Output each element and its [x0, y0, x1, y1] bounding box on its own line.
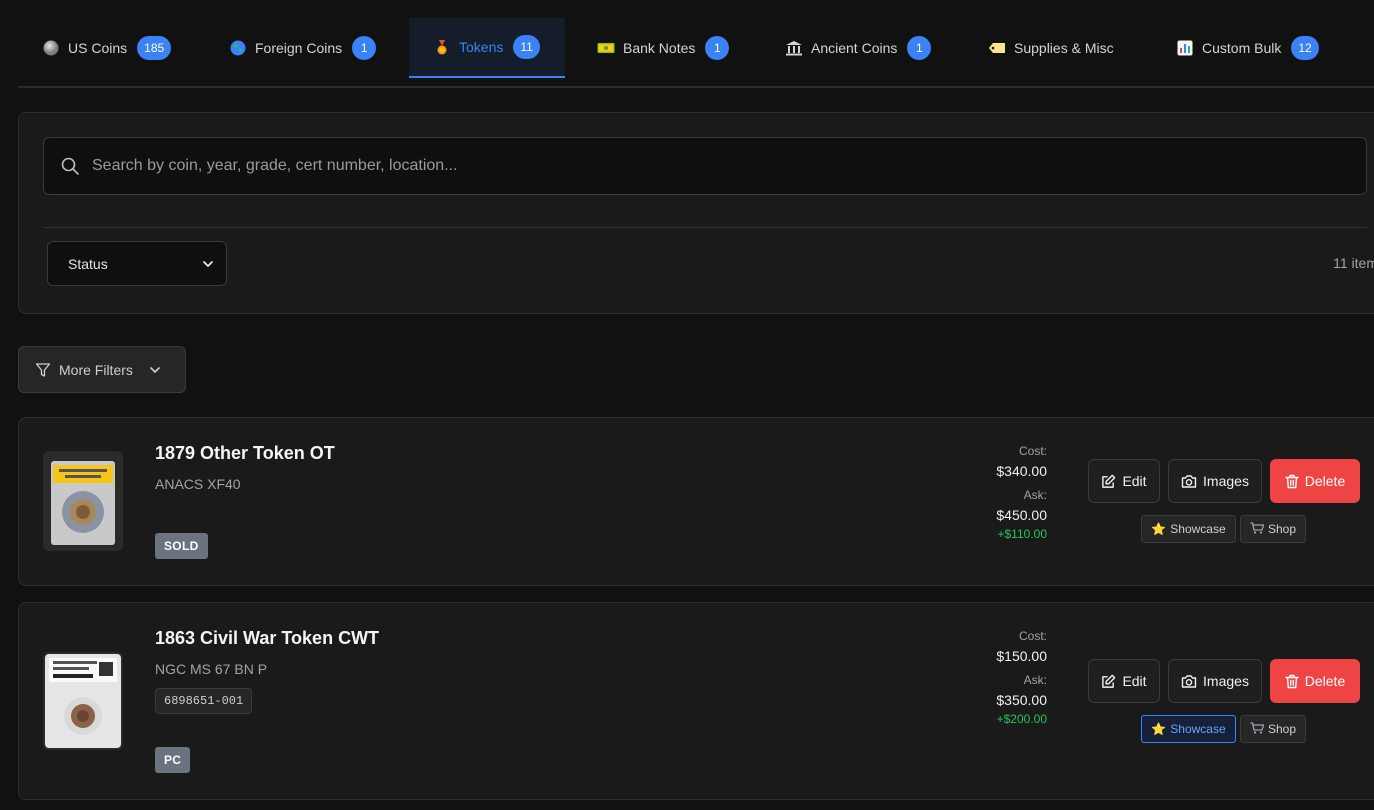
edit-label: Edit — [1122, 473, 1147, 489]
item-thumbnail[interactable] — [43, 652, 123, 750]
ask-label: Ask: — [1023, 673, 1047, 687]
cost-value: $150.00 — [996, 648, 1047, 664]
price-summary: Cost: $150.00 Ask: $350.00 +$200.00 — [996, 629, 1047, 726]
camera-icon — [1181, 474, 1197, 489]
ask-value: $450.00 — [996, 507, 1047, 523]
tab-count-badge: 1 — [907, 36, 932, 60]
divider — [43, 227, 1367, 228]
tab-tokens[interactable]: Tokens 11 — [409, 18, 565, 78]
ask-value: $350.00 — [996, 692, 1047, 708]
images-button[interactable]: Images — [1168, 659, 1262, 703]
edit-icon — [1101, 674, 1116, 689]
images-label: Images — [1203, 473, 1249, 489]
item-thumbnail[interactable] — [43, 451, 123, 551]
cert-number: 6898651-001 — [155, 688, 253, 714]
search-input[interactable] — [92, 157, 1292, 175]
tab-label: Foreign Coins — [255, 40, 343, 56]
edit-button[interactable]: Edit — [1088, 459, 1160, 503]
item-count: 11 items — [1333, 255, 1374, 271]
filter-icon — [35, 362, 51, 377]
tab-label: Tokens — [459, 39, 504, 55]
category-tabs: US Coins 185 Foreign Coins 1 Tokens 11 B… — [18, 18, 1374, 88]
tab-count-badge: 12 — [1291, 36, 1319, 60]
more-filters-label: More Filters — [59, 361, 133, 378]
chevron-down-icon — [150, 366, 160, 373]
tab-label: US Coins — [68, 40, 128, 56]
profit-value: +$200.00 — [996, 712, 1047, 726]
edit-icon — [1101, 474, 1116, 489]
edit-label: Edit — [1122, 673, 1147, 689]
tab-count-badge: 1 — [352, 36, 377, 60]
bar-chart-icon — [1176, 39, 1194, 57]
status-badge: PC — [155, 747, 191, 773]
delete-label: Delete — [1304, 673, 1346, 689]
shop-label: Shop — [1267, 522, 1297, 536]
filter-panel: Status 11 items — [18, 112, 1374, 314]
star-icon: ⭐ — [1151, 522, 1167, 536]
more-filters-button[interactable]: More Filters — [18, 346, 186, 393]
tab-count-badge: 1 — [705, 36, 730, 60]
tab-label: Ancient Coins — [811, 40, 898, 56]
edit-button[interactable]: Edit — [1088, 659, 1160, 703]
globe-icon — [229, 39, 247, 57]
price-tag-icon — [988, 39, 1006, 57]
search-icon — [61, 157, 79, 175]
bank-building-icon — [785, 39, 803, 57]
star-icon: ⭐ — [1151, 722, 1167, 736]
cost-value: $340.00 — [996, 463, 1047, 479]
showcase-toggle[interactable]: ⭐ Showcase — [1141, 715, 1236, 743]
cost-label: Cost: — [1018, 444, 1047, 458]
tab-count-badge: 11 — [513, 35, 540, 59]
tab-ancient-coins[interactable]: Ancient Coins 1 — [761, 18, 951, 78]
shop-toggle[interactable]: Shop — [1240, 715, 1306, 743]
profit-value: +$110.00 — [997, 527, 1048, 541]
shop-label: Shop — [1267, 722, 1297, 736]
cart-icon — [1250, 521, 1265, 537]
ask-label: Ask: — [1023, 488, 1047, 502]
delete-button[interactable]: Delete — [1270, 659, 1360, 703]
cart-icon — [1250, 721, 1265, 737]
showcase-label: Showcase — [1170, 522, 1226, 536]
item-title: 1879 Other Token OT — [155, 443, 335, 463]
images-button[interactable]: Images — [1168, 459, 1262, 503]
tab-label: Custom Bulk — [1202, 40, 1282, 56]
inventory-item-card: 1879 Other Token OT ANACS XF40 SOLD Cost… — [18, 417, 1374, 586]
tab-custom-bulk[interactable]: Custom Bulk 12 — [1152, 18, 1332, 78]
showcase-label: Showcase — [1170, 722, 1226, 736]
tab-label: Bank Notes — [623, 40, 696, 56]
cost-label: Cost: — [1018, 629, 1047, 643]
shop-toggle[interactable]: Shop — [1240, 515, 1306, 543]
delete-label: Delete — [1304, 473, 1346, 489]
trash-icon — [1285, 674, 1299, 689]
medal-icon — [433, 38, 451, 56]
coin-icon — [42, 39, 60, 57]
tab-count-badge: 185 — [137, 36, 172, 60]
trash-icon — [1285, 474, 1299, 489]
tab-us-coins[interactable]: US Coins 185 — [18, 18, 198, 78]
banknote-icon — [597, 39, 615, 57]
item-grade: NGC MS 67 BN P — [155, 661, 268, 677]
status-badge: SOLD — [155, 533, 208, 559]
images-label: Images — [1203, 673, 1249, 689]
inventory-item-card: 1863 Civil War Token CWT NGC MS 67 BN P … — [18, 602, 1374, 800]
showcase-toggle[interactable]: ⭐ Showcase — [1141, 515, 1236, 543]
item-title: 1863 Civil War Token CWT — [155, 628, 380, 648]
camera-icon — [1181, 674, 1197, 689]
status-select-value: Status — [68, 255, 108, 272]
search-box[interactable] — [43, 137, 1367, 195]
price-summary: Cost: $340.00 Ask: $450.00 +$110.00 — [996, 444, 1047, 541]
chevron-down-icon — [203, 260, 213, 267]
delete-button[interactable]: Delete — [1270, 459, 1360, 503]
tab-bank-notes[interactable]: Bank Notes 1 — [573, 18, 753, 78]
status-select[interactable]: Status — [47, 241, 227, 286]
tab-supplies-misc[interactable]: Supplies & Misc — [964, 18, 1134, 78]
tab-label: Supplies & Misc — [1014, 40, 1114, 56]
tab-foreign-coins[interactable]: Foreign Coins 1 — [205, 18, 405, 78]
item-grade: ANACS XF40 — [155, 476, 241, 492]
